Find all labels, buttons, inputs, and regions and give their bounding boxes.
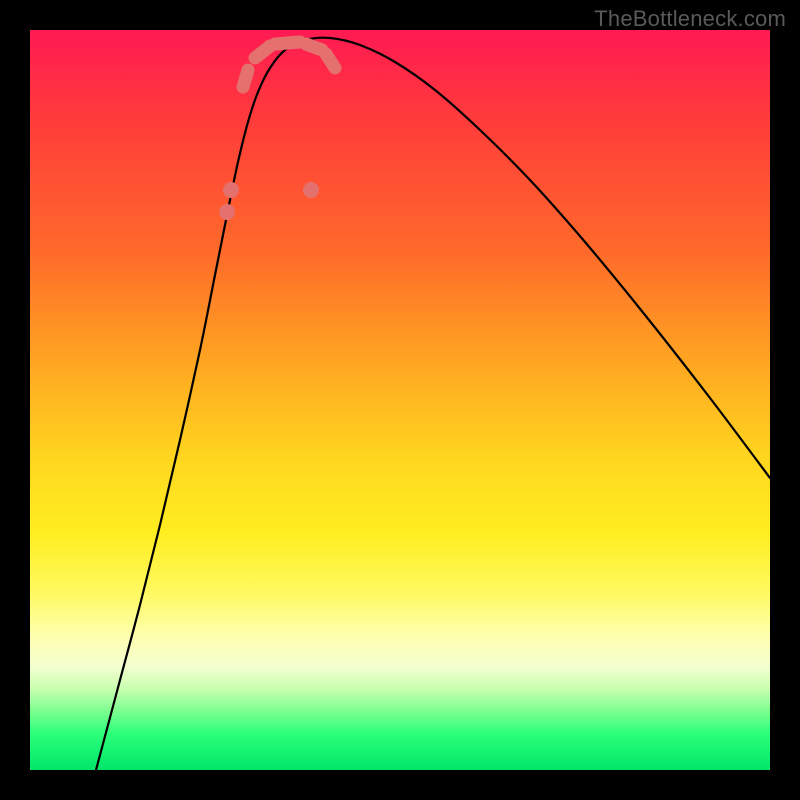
highlight-segment xyxy=(275,42,300,44)
highlight-point xyxy=(303,182,319,198)
highlight-point xyxy=(219,204,235,220)
watermark-text: TheBottleneck.com xyxy=(594,6,786,32)
highlight-segment xyxy=(306,44,322,50)
highlight-segment xyxy=(243,70,248,87)
curve-layer xyxy=(30,30,770,770)
highlight-segment xyxy=(326,54,335,68)
highlight-point xyxy=(223,182,239,198)
highlight-points xyxy=(219,182,319,220)
plot-area xyxy=(30,30,770,770)
highlight-segment xyxy=(255,46,270,58)
chart-frame: TheBottleneck.com xyxy=(0,0,800,800)
bottleneck-curve xyxy=(96,38,770,770)
highlight-segments xyxy=(243,42,335,87)
